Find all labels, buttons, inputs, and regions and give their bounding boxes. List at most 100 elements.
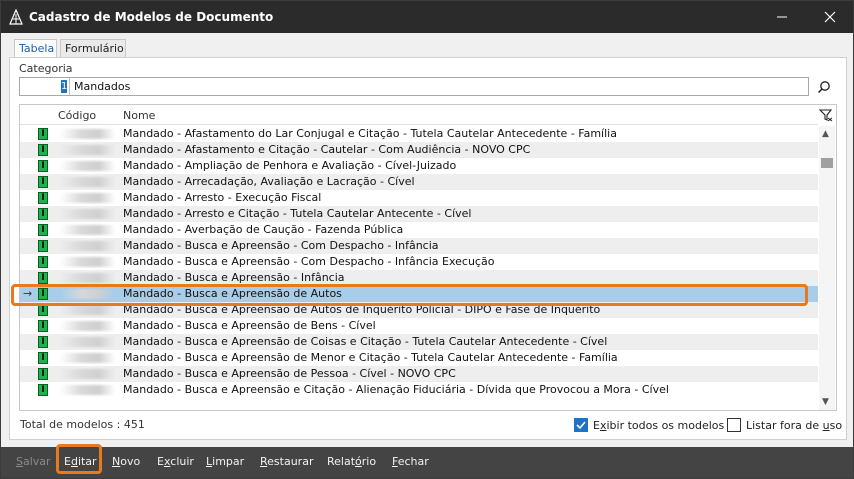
row-name: Mandado - Busca e Apreensão de Pessoa - … [123, 367, 456, 380]
status-flag-icon: I [38, 240, 48, 252]
row-code-redacted [60, 209, 115, 219]
table-row[interactable]: I Mandado - Busca e Apreensão de Menor e … [20, 350, 818, 366]
row-code-redacted [60, 305, 115, 315]
table-row[interactable]: I Mandado - Arrecadação, Avaliação e Lacr… [20, 174, 818, 190]
status-flag-icon: I [38, 256, 48, 268]
row-code-redacted [60, 145, 115, 155]
row-name: Mandado - Busca e Apreensão e Citação - … [123, 383, 669, 396]
excluir-button[interactable]: Excluir [157, 455, 194, 468]
minimize-button[interactable] [759, 1, 805, 33]
fechar-button[interactable]: Fechar [392, 455, 429, 468]
row-code-redacted [60, 385, 115, 395]
scroll-up-icon[interactable]: ▲ [822, 129, 829, 139]
table-row[interactable]: I Mandado - Arresto e Citação - Tutela Ca… [20, 206, 818, 222]
row-code-redacted [60, 353, 115, 363]
row-name: Mandado - Arresto - Execução Fiscal [123, 191, 322, 204]
table-row[interactable]: I Mandado - Ampliação de Penhora e Avalia… [20, 158, 818, 174]
categoria-value: Mandados [74, 80, 131, 93]
status-flag-icon: I [38, 368, 48, 380]
exibir-todos-box[interactable] [574, 418, 588, 432]
vertical-scrollbar[interactable]: ▲ ▼ [819, 126, 835, 410]
status-flag-icon: I [38, 144, 48, 156]
row-code-redacted [60, 129, 115, 139]
tab-formulario[interactable]: Formulário [60, 39, 126, 57]
title-bar: Cadastro de Modelos de Documento [1, 1, 853, 33]
filter-icon [818, 109, 833, 122]
close-icon [824, 11, 836, 23]
row-name: Mandado - Ampliação de Penhora e Avaliaç… [123, 159, 457, 172]
close-button[interactable] [807, 1, 853, 33]
table-row[interactable]: I Mandado - Averbação de Caução - Fazenda… [20, 222, 818, 238]
current-row-arrow-icon [23, 271, 35, 285]
table-row[interactable]: I Mandado - Afastamento do Lar Conjugal e… [20, 126, 818, 142]
search-icon [817, 81, 830, 94]
status-flag-icon: I [38, 192, 48, 204]
column-header-nome[interactable]: Nome [123, 109, 155, 122]
tab-tabela[interactable]: Tabela [14, 39, 57, 58]
status-flag-icon: I [38, 224, 48, 236]
selected-row-highlight [11, 284, 808, 306]
table-row[interactable]: I Mandado - Busca e Apreensão - Com Despa… [20, 238, 818, 254]
scroll-thumb[interactable] [821, 158, 833, 168]
tab-formulario-label: Formulário [65, 42, 124, 55]
table-row[interactable]: I Mandado - Busca e Apreensão de Bens - C… [20, 318, 818, 334]
table-row[interactable]: I Mandado - Arresto - Execução Fiscal [20, 190, 818, 206]
status-flag-icon: I [38, 336, 48, 348]
listar-fora-label: Listar fora de uso [746, 419, 843, 432]
current-row-arrow-icon [23, 159, 35, 173]
window-title: Cadastro de Modelos de Documento [29, 10, 274, 24]
listar-fora-box[interactable] [727, 418, 741, 432]
minimize-icon [777, 16, 787, 18]
row-name: Mandado - Arrecadação, Avaliação e Lacra… [123, 175, 415, 188]
tab-tabela-label: Tabela [19, 42, 55, 55]
current-row-arrow-icon [23, 351, 35, 365]
column-header-codigo[interactable]: Código [58, 109, 96, 122]
status-flag-icon: I [38, 384, 48, 396]
novo-button[interactable]: Novo [112, 455, 140, 468]
main-window: Cadastro de Modelos de Documento Tabela … [0, 0, 854, 479]
table-row[interactable]: I Mandado - Busca e Apreensão e Citação -… [20, 382, 818, 398]
relatorio-button[interactable]: Relatório [327, 455, 376, 468]
row-code-redacted [60, 193, 115, 203]
row-code-redacted [60, 241, 115, 251]
current-row-arrow-icon [23, 207, 35, 221]
table-row[interactable]: I Mandado - Busca e Apreensão - Com Despa… [20, 254, 818, 270]
row-code-redacted [60, 369, 115, 379]
current-row-arrow-icon [23, 383, 35, 397]
scroll-down-icon[interactable]: ▼ [822, 397, 829, 407]
table-row[interactable]: I Mandado - Busca e Apreensão de Coisas e… [20, 334, 818, 350]
restaurar-button[interactable]: Restaurar [260, 455, 313, 468]
row-name: Mandado - Afastamento e Citação - Cautel… [123, 143, 531, 156]
search-button[interactable] [813, 78, 835, 96]
current-row-arrow-icon [23, 143, 35, 157]
status-flag-icon: I [38, 320, 48, 332]
row-name: Mandado - Arresto e Citação - Tutela Cau… [123, 207, 472, 220]
current-row-arrow-icon [23, 367, 35, 381]
current-row-arrow-icon [23, 319, 35, 333]
filter-button[interactable] [818, 107, 835, 123]
row-name: Mandado - Busca e Apreensão de Coisas e … [123, 335, 608, 348]
editar-highlight [56, 444, 102, 474]
app-logo-icon [9, 9, 23, 25]
row-code-redacted [60, 273, 115, 283]
categoria-code-input[interactable]: 1 [20, 78, 70, 95]
table-row[interactable]: I Mandado - Busca e Apreensão de Pessoa -… [20, 366, 818, 382]
salvar-button[interactable]: Salvar [16, 455, 51, 468]
row-code-redacted [60, 225, 115, 235]
row-name: Mandado - Busca e Apreensão - Com Despac… [123, 239, 439, 252]
current-row-arrow-icon [23, 191, 35, 205]
categoria-field[interactable]: 1 Mandados [19, 77, 809, 96]
row-code-redacted [60, 177, 115, 187]
current-row-arrow-icon [23, 127, 35, 141]
status-flag-icon: I [38, 176, 48, 188]
row-code-redacted [60, 321, 115, 331]
action-toolbar: Salvar Editar Novo Excluir Limpar Restau… [1, 447, 853, 478]
status-flag-icon: I [38, 128, 48, 140]
total-models: Total de modelos : 451 [20, 418, 145, 431]
table-row[interactable]: I Mandado - Afastamento e Citação - Caute… [20, 142, 818, 158]
status-flag-icon: I [38, 160, 48, 172]
limpar-button[interactable]: Limpar [206, 455, 244, 468]
row-name: Mandado - Busca e Apreensão de Bens - Cí… [123, 319, 376, 332]
status-flag-icon: I [38, 272, 48, 284]
categoria-label: Categoria [19, 62, 73, 75]
